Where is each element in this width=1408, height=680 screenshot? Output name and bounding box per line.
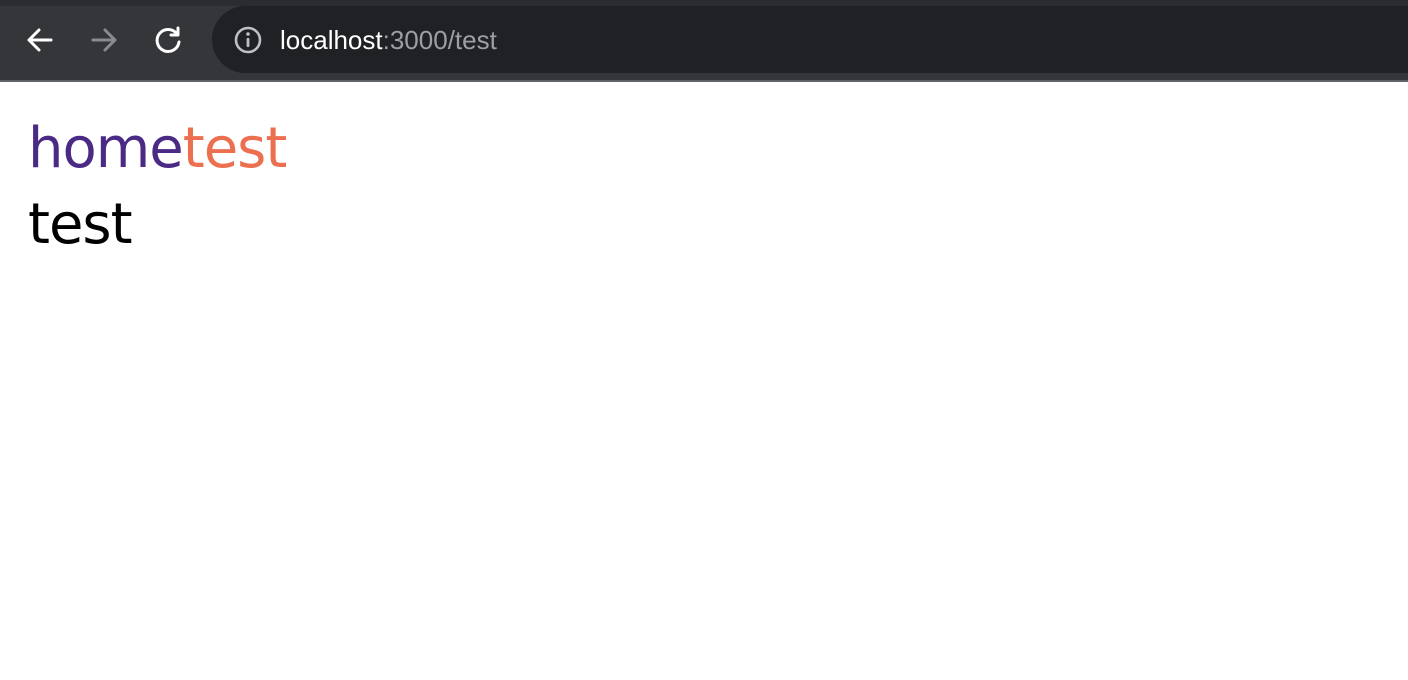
nav-links: hometest — [28, 114, 288, 184]
nav-link-test[interactable]: test — [183, 116, 288, 181]
url-path: :3000/test — [382, 25, 497, 55]
url-host: localhost — [280, 25, 383, 55]
back-button[interactable] — [20, 20, 60, 60]
page-title: test — [28, 192, 133, 257]
forward-button[interactable] — [84, 20, 124, 60]
arrow-left-icon — [27, 28, 53, 52]
url-text[interactable]: localhost:3000/test — [280, 24, 497, 56]
reload-icon — [155, 26, 181, 53]
reload-button[interactable] — [148, 20, 188, 60]
address-bar[interactable]: localhost:3000/test — [212, 6, 1408, 73]
page-content: hometest test — [0, 84, 1408, 680]
info-icon[interactable] — [234, 26, 262, 54]
arrow-right-icon — [91, 28, 117, 52]
nav-link-home[interactable]: home — [28, 116, 184, 181]
browser-toolbar: localhost:3000/test — [0, 0, 1408, 82]
